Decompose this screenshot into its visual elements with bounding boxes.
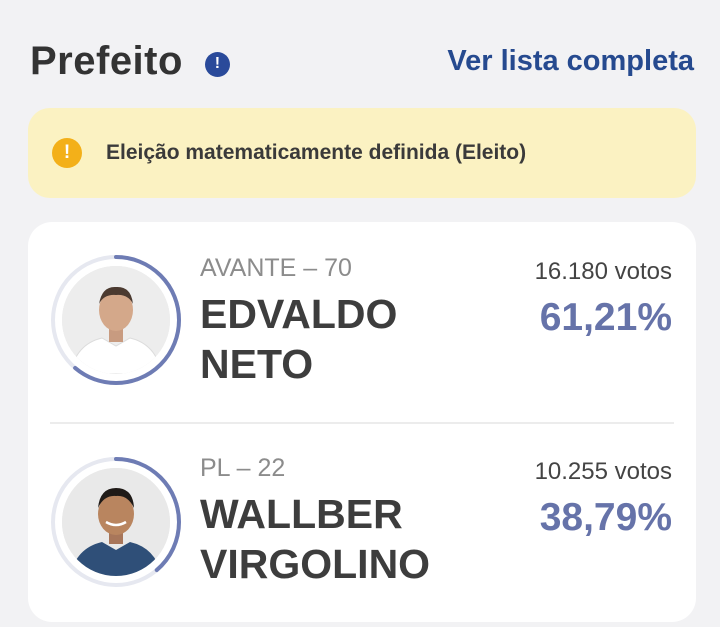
party-label: PL – 22	[200, 454, 286, 482]
header: Prefeito ! Ver lista completa	[30, 36, 694, 86]
candidate-name-line2: VIRGOLINO	[200, 541, 431, 587]
candidate-photo	[62, 468, 170, 576]
vote-percentage: 38,79%	[539, 496, 672, 539]
candidates-card: AVANTE – 70 EDVALDO NETO 16.180 votos 61…	[28, 222, 696, 622]
candidate-name-line1: EDVALDO	[200, 291, 398, 337]
full-list-link[interactable]: Ver lista completa	[447, 45, 694, 78]
candidate-row[interactable]: AVANTE – 70 EDVALDO NETO 16.180 votos 61…	[28, 222, 696, 422]
avatar	[62, 468, 170, 576]
candidate-photo	[62, 266, 170, 374]
vote-count: 10.255 votos	[534, 458, 672, 485]
vote-percentage: 61,21%	[539, 296, 672, 339]
page-title: Prefeito	[30, 38, 183, 83]
info-icon: !	[52, 138, 82, 168]
avatar-with-progress-ring	[48, 252, 184, 388]
avatar-with-progress-ring	[48, 454, 184, 590]
candidate-name-line1: WALLBER	[200, 491, 403, 537]
candidate-name-line2: NETO	[200, 341, 314, 387]
vote-count: 16.180 votos	[534, 258, 672, 285]
info-icon[interactable]: !	[204, 51, 230, 77]
candidate-row[interactable]: PL – 22 WALLBER VIRGOLINO 10.255 votos 3…	[28, 424, 696, 624]
alert-text: Eleição matematicamente definida (Eleito…	[106, 141, 527, 164]
avatar	[62, 266, 170, 374]
title-group: Prefeito !	[30, 39, 230, 84]
result-alert: ! Eleição matematicamente definida (Elei…	[28, 108, 696, 198]
party-label: AVANTE – 70	[200, 254, 352, 282]
